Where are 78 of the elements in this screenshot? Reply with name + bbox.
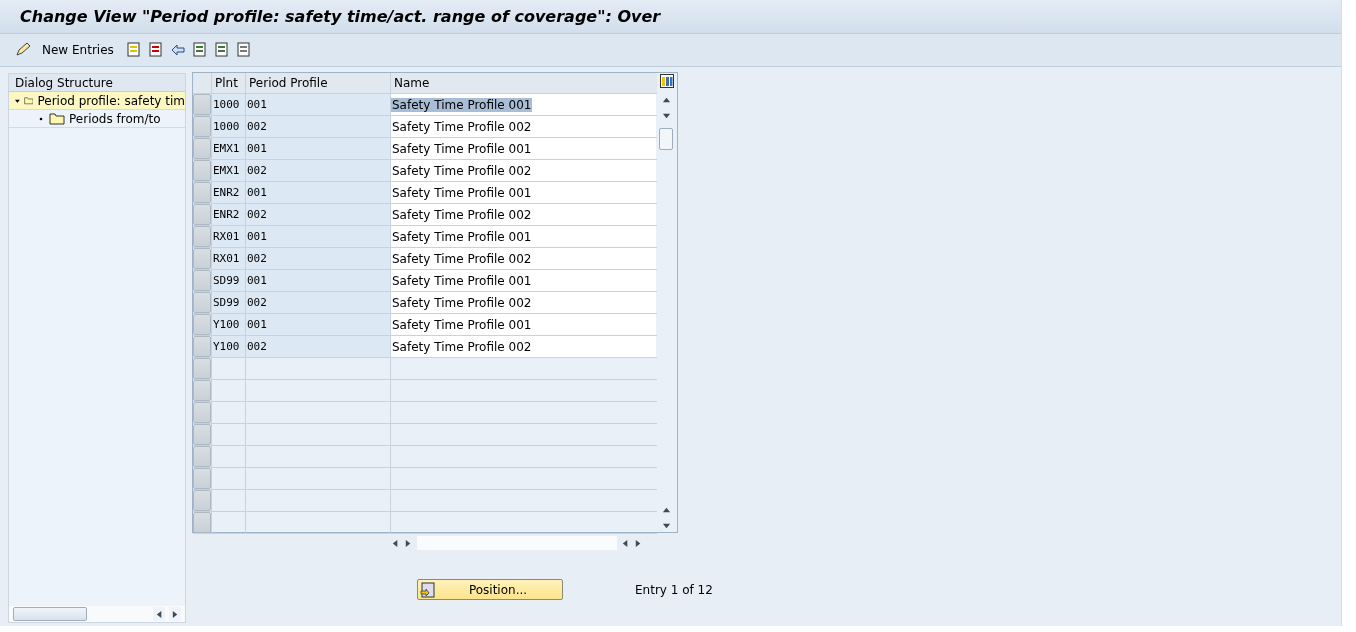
row-selector[interactable]: [193, 138, 211, 159]
copy-icon[interactable]: [125, 42, 142, 58]
row-selector[interactable]: [193, 402, 211, 423]
column-settings-icon[interactable]: [660, 74, 674, 88]
row-selector[interactable]: [193, 512, 211, 533]
row-selector[interactable]: [193, 424, 211, 445]
scroll-up-icon[interactable]: [661, 95, 671, 105]
table-cell: 1000: [211, 116, 245, 137]
table-cell: RX01: [211, 248, 245, 269]
entry-counter: Entry 1 of 12: [635, 582, 713, 597]
row-selector[interactable]: [193, 160, 211, 181]
row-selector[interactable]: [193, 314, 211, 335]
column-header[interactable]: Name: [390, 73, 656, 93]
delete-rows-icon[interactable]: [147, 42, 164, 58]
scroll-right-icon[interactable]: [404, 538, 413, 548]
row-selector[interactable]: [193, 380, 211, 401]
row-selector[interactable]: [193, 248, 211, 269]
position-icon: [420, 581, 436, 598]
panel-title: Dialog Structure: [9, 74, 185, 92]
folder-icon: [23, 94, 34, 107]
table-cell: 002: [245, 292, 390, 313]
scroll-down-icon[interactable]: [661, 521, 671, 531]
table-cell: 001: [245, 138, 390, 159]
name-field[interactable]: Safety Time Profile 001: [391, 97, 533, 112]
tree-node[interactable]: Period profile: safety tim: [9, 92, 185, 110]
table-cell: 002: [245, 204, 390, 225]
table-cell: Y100: [211, 314, 245, 335]
table-cell: 1000: [211, 94, 245, 115]
table-cell: 001: [245, 226, 390, 247]
table-cell: SD99: [211, 270, 245, 291]
table-cell: 001: [245, 182, 390, 203]
table-cell: 002: [245, 160, 390, 181]
select-block-icon[interactable]: [213, 42, 230, 58]
scroll-down-icon[interactable]: [661, 111, 671, 121]
scroll-thumb[interactable]: [659, 128, 673, 150]
row-selector[interactable]: [193, 94, 211, 115]
scroll-up-icon[interactable]: [661, 505, 671, 515]
scroll-right-icon[interactable]: [170, 609, 180, 619]
table-cell: 001: [245, 314, 390, 335]
row-selector[interactable]: [193, 292, 211, 313]
deselect-icon[interactable]: [235, 42, 252, 58]
new-entries-button[interactable]: New Entries: [38, 43, 120, 57]
scroll-left-icon[interactable]: [154, 609, 164, 619]
scroll-right-icon[interactable]: [634, 538, 643, 548]
column-header[interactable]: Period Profile: [245, 73, 390, 93]
row-selector[interactable]: [193, 468, 211, 489]
table-cell: Y100: [211, 336, 245, 357]
table-cell: ENR2: [211, 204, 245, 225]
row-selector[interactable]: [193, 270, 211, 291]
row-selector[interactable]: [193, 116, 211, 137]
row-selector[interactable]: [193, 182, 211, 203]
table-cell: 002: [245, 248, 390, 269]
window-title: Change View "Period profile: safety time/act. range of coverage": Over: [20, 7, 661, 26]
column-header[interactable]: Plnt: [211, 73, 245, 93]
row-selector[interactable]: [193, 358, 211, 379]
horizontal-scrollbar[interactable]: [9, 606, 185, 622]
row-selector[interactable]: [193, 336, 211, 357]
scroll-left-icon[interactable]: [391, 538, 400, 548]
row-selector[interactable]: [193, 204, 211, 225]
pencil-icon[interactable]: [14, 42, 32, 58]
row-selector[interactable]: [193, 226, 211, 247]
table-cell: EMX1: [211, 138, 245, 159]
select-all-icon[interactable]: [191, 42, 208, 58]
position-button[interactable]: Position...: [417, 579, 563, 600]
row-selector[interactable]: [193, 490, 211, 511]
row-selector[interactable]: [193, 446, 211, 467]
folder-icon: [49, 112, 65, 125]
table-cell: RX01: [211, 226, 245, 247]
undo-arrow-icon[interactable]: [169, 42, 186, 58]
table-cell: 001: [245, 94, 390, 115]
table-cell: 001: [245, 270, 390, 291]
table-cell: SD99: [211, 292, 245, 313]
table-cell: EMX1: [211, 160, 245, 181]
table-cell: 002: [245, 116, 390, 137]
table-cell: 002: [245, 336, 390, 357]
scroll-left-icon[interactable]: [621, 538, 630, 548]
tree-node[interactable]: Periods from/to: [9, 110, 185, 128]
table-cell: ENR2: [211, 182, 245, 203]
